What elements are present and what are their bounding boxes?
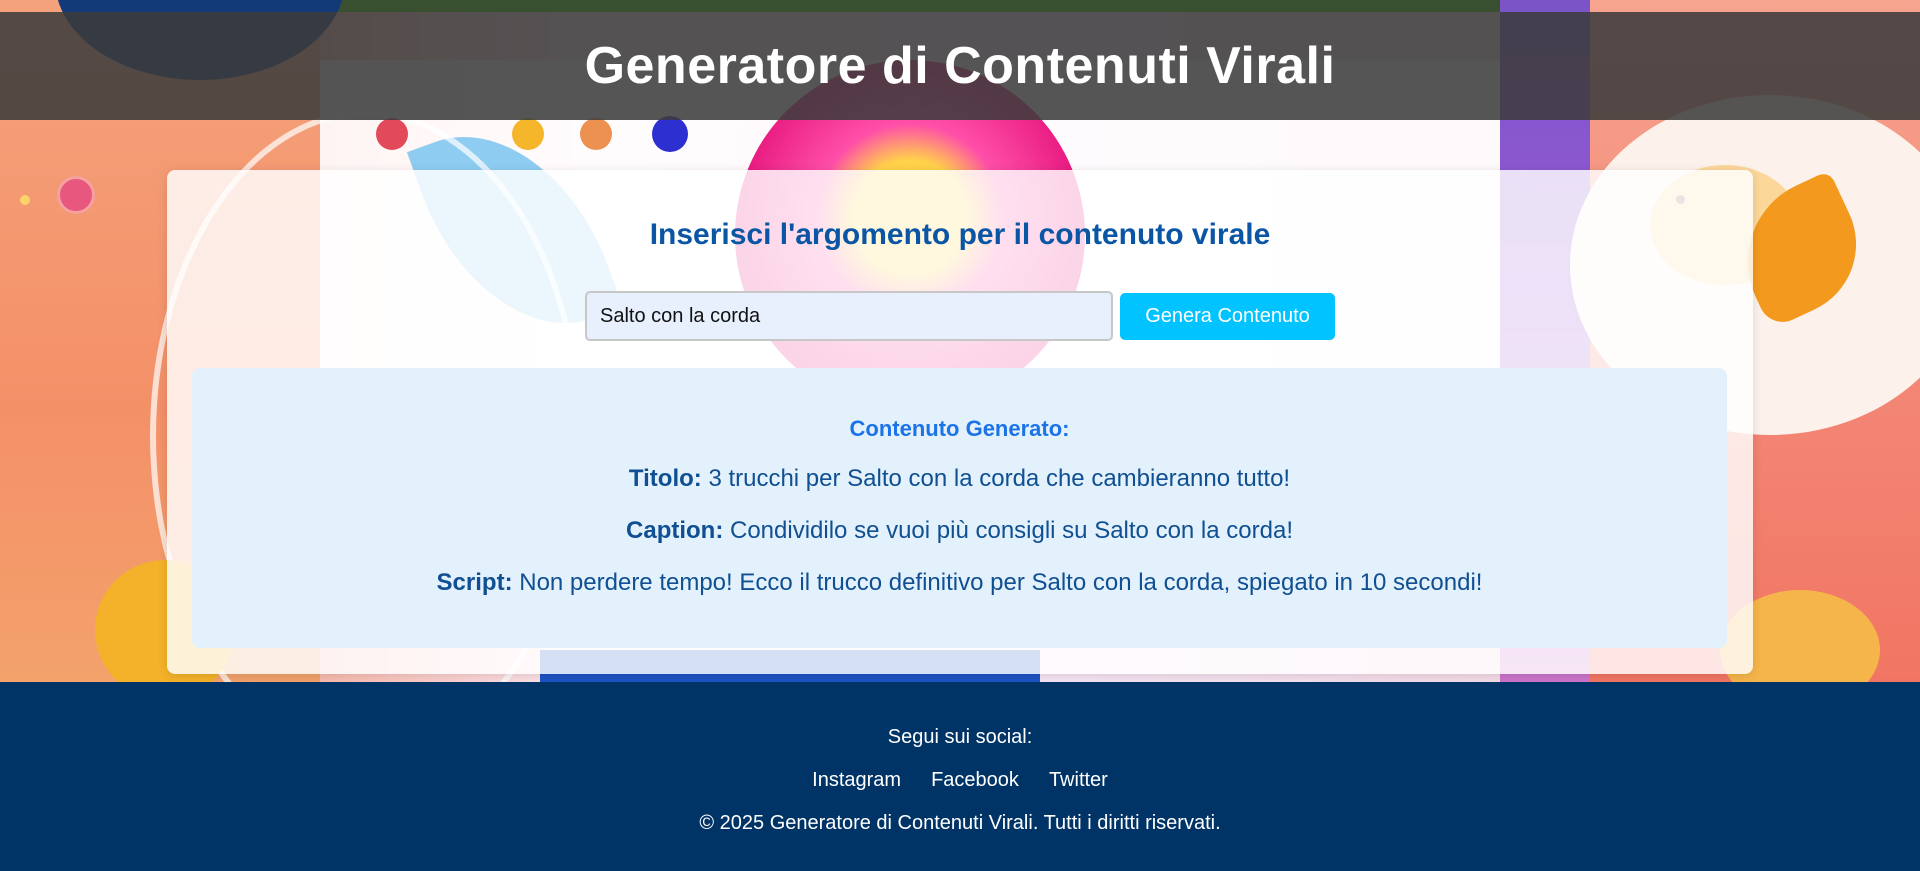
- page-title: Generatore di Contenuti Virali: [584, 37, 1336, 95]
- caption-text: Condividilo se vuoi più consigli su Salt…: [730, 517, 1293, 544]
- script-text: Non perdere tempo! Ecco il trucco defini…: [519, 569, 1483, 596]
- instagram-link[interactable]: Instagram: [812, 769, 901, 792]
- social-heading: Segui sui social:: [887, 726, 1033, 748]
- facebook-link[interactable]: Facebook: [931, 769, 1019, 792]
- generator-card: Inserisci l'argomento per il contenuto v…: [167, 170, 1753, 674]
- title-label: Titolo:: [628, 465, 702, 492]
- site-header: Generatore di Contenuti Virali: [0, 12, 1920, 120]
- result-script-line: Script: Non perdere tempo! Ecco il trucc…: [192, 569, 1727, 597]
- result-caption-line: Caption: Condividilo se vuoi più consigl…: [192, 517, 1727, 545]
- site-footer: Segui sui social: Instagram Facebook Twi…: [0, 682, 1920, 871]
- title-text: 3 trucchi per Salto con la corda che cam…: [708, 465, 1291, 492]
- form-heading: Inserisci l'argomento per il contenuto v…: [649, 218, 1271, 251]
- generate-button[interactable]: Genera Contenuto: [1120, 293, 1335, 340]
- topic-input[interactable]: [585, 291, 1113, 341]
- caption-label: Caption:: [626, 517, 724, 544]
- generated-content-heading: Contenuto Generato:: [849, 416, 1070, 441]
- script-label: Script:: [436, 569, 513, 596]
- copyright-text: © 2025 Generatore di Contenuti Virali. T…: [699, 812, 1221, 834]
- social-links: Instagram Facebook Twitter: [0, 769, 1920, 792]
- twitter-link[interactable]: Twitter: [1049, 769, 1108, 792]
- generated-content-panel: Contenuto Generato: Titolo: 3 trucchi pe…: [192, 368, 1727, 648]
- result-title-line: Titolo: 3 trucchi per Salto con la corda…: [192, 465, 1727, 493]
